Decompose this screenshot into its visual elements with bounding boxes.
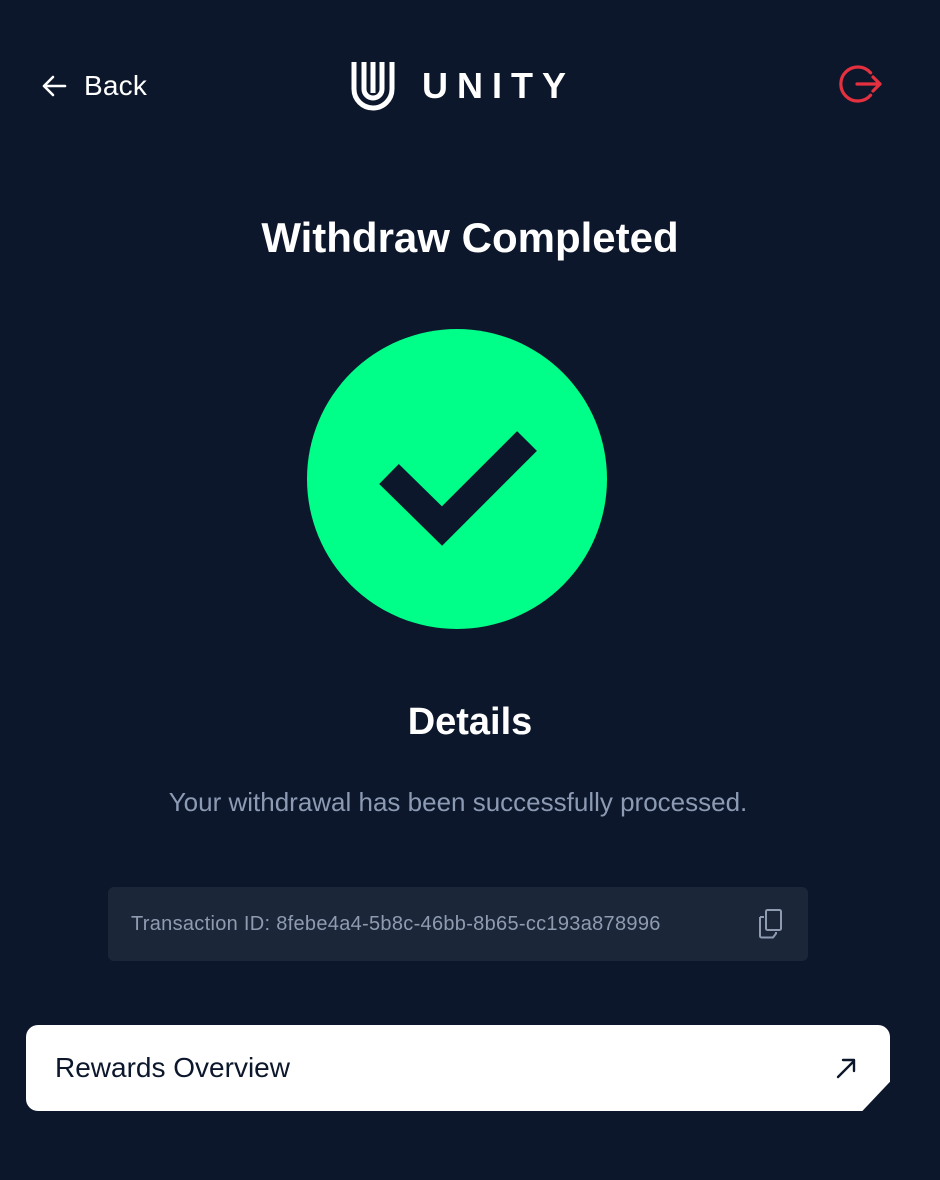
logo-text: UNITY — [422, 65, 575, 106]
transaction-id-box: Transaction ID: 8febe4a4-5b8c-46bb-8b65-… — [108, 887, 808, 961]
logout-icon — [839, 65, 882, 103]
rewards-overview-button[interactable]: Rewards Overview — [26, 1025, 890, 1111]
unity-logo-icon — [351, 62, 395, 111]
rewards-overview-label: Rewards Overview — [55, 1052, 290, 1083]
arrow-up-right-icon — [836, 1058, 856, 1079]
app-header: Back UNITY — [0, 0, 940, 170]
checkmark-circle-icon — [307, 329, 607, 629]
unity-logo: UNITY — [350, 58, 575, 114]
copy-button[interactable] — [756, 907, 786, 941]
rewards-overview-wrap: Rewards Overview — [26, 1025, 890, 1111]
details-heading: Details — [407, 701, 533, 743]
arrow-left-icon — [42, 75, 67, 97]
copy-icon — [759, 909, 782, 939]
details-message: Your withdrawal has been successfully pr… — [168, 787, 748, 817]
back-label: Back — [84, 70, 148, 101]
success-badge — [307, 329, 607, 629]
page-title: Withdraw Completed — [261, 214, 679, 261]
transaction-id: Transaction ID: 8febe4a4-5b8c-46bb-8b65-… — [131, 912, 661, 935]
back-button[interactable]: Back — [40, 62, 147, 110]
logout-button[interactable] — [836, 60, 888, 112]
